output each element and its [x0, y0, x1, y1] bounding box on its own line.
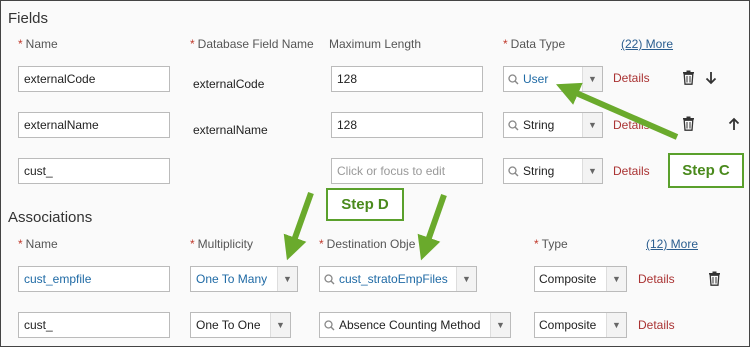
step-c-arrow — [556, 82, 679, 140]
form-panel: Fields * Name * Database Field Name Maximu… — [0, 0, 750, 347]
step-d-arrow-right — [417, 194, 447, 261]
step-d-label: Step D — [326, 188, 404, 221]
step-c-label: Step C — [668, 153, 744, 188]
annotation-arrows — [283, 82, 679, 261]
step-d-arrow-left — [283, 191, 314, 261]
